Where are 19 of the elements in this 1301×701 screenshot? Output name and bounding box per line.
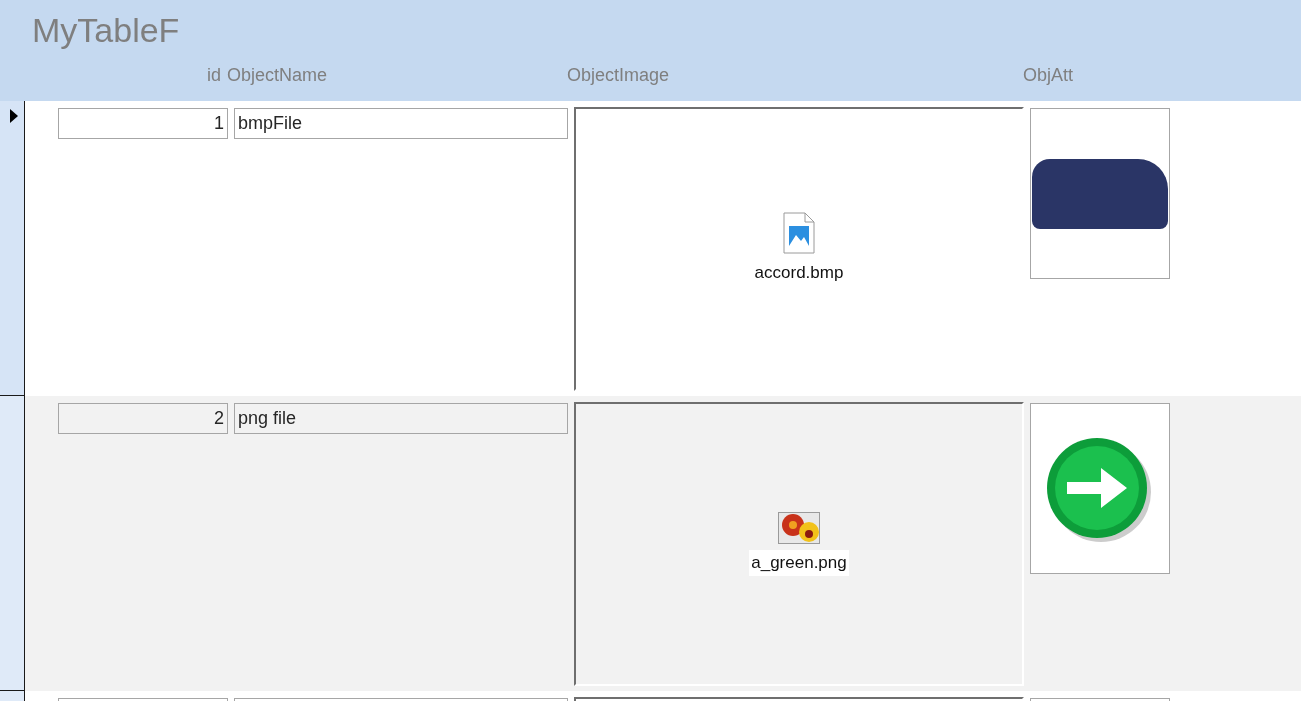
file-name: a_green.png [749, 550, 849, 576]
object-frame[interactable]: a_green.png [574, 402, 1024, 686]
image-file-icon [783, 212, 815, 255]
id-field[interactable]: 1 [58, 108, 228, 139]
current-record-icon [10, 109, 18, 123]
name-field[interactable]: png file [234, 403, 568, 434]
attachment-field[interactable] [1030, 403, 1170, 574]
id-field[interactable]: 2 [58, 403, 228, 434]
column-label: ObjectName [227, 64, 329, 87]
record-selector[interactable] [0, 101, 25, 396]
form-title: MyTableF [32, 10, 181, 51]
flower-image-icon [778, 512, 820, 545]
attachment-field[interactable] [1030, 108, 1170, 279]
column-label: ObjectImage [567, 64, 671, 87]
record-selector[interactable] [0, 396, 25, 691]
column-label: id [206, 64, 221, 87]
column-label: ObjAtt [1023, 64, 1075, 87]
name-field[interactable]: bmpFile [234, 108, 568, 139]
object-frame[interactable]: accord.bmp [574, 107, 1024, 391]
